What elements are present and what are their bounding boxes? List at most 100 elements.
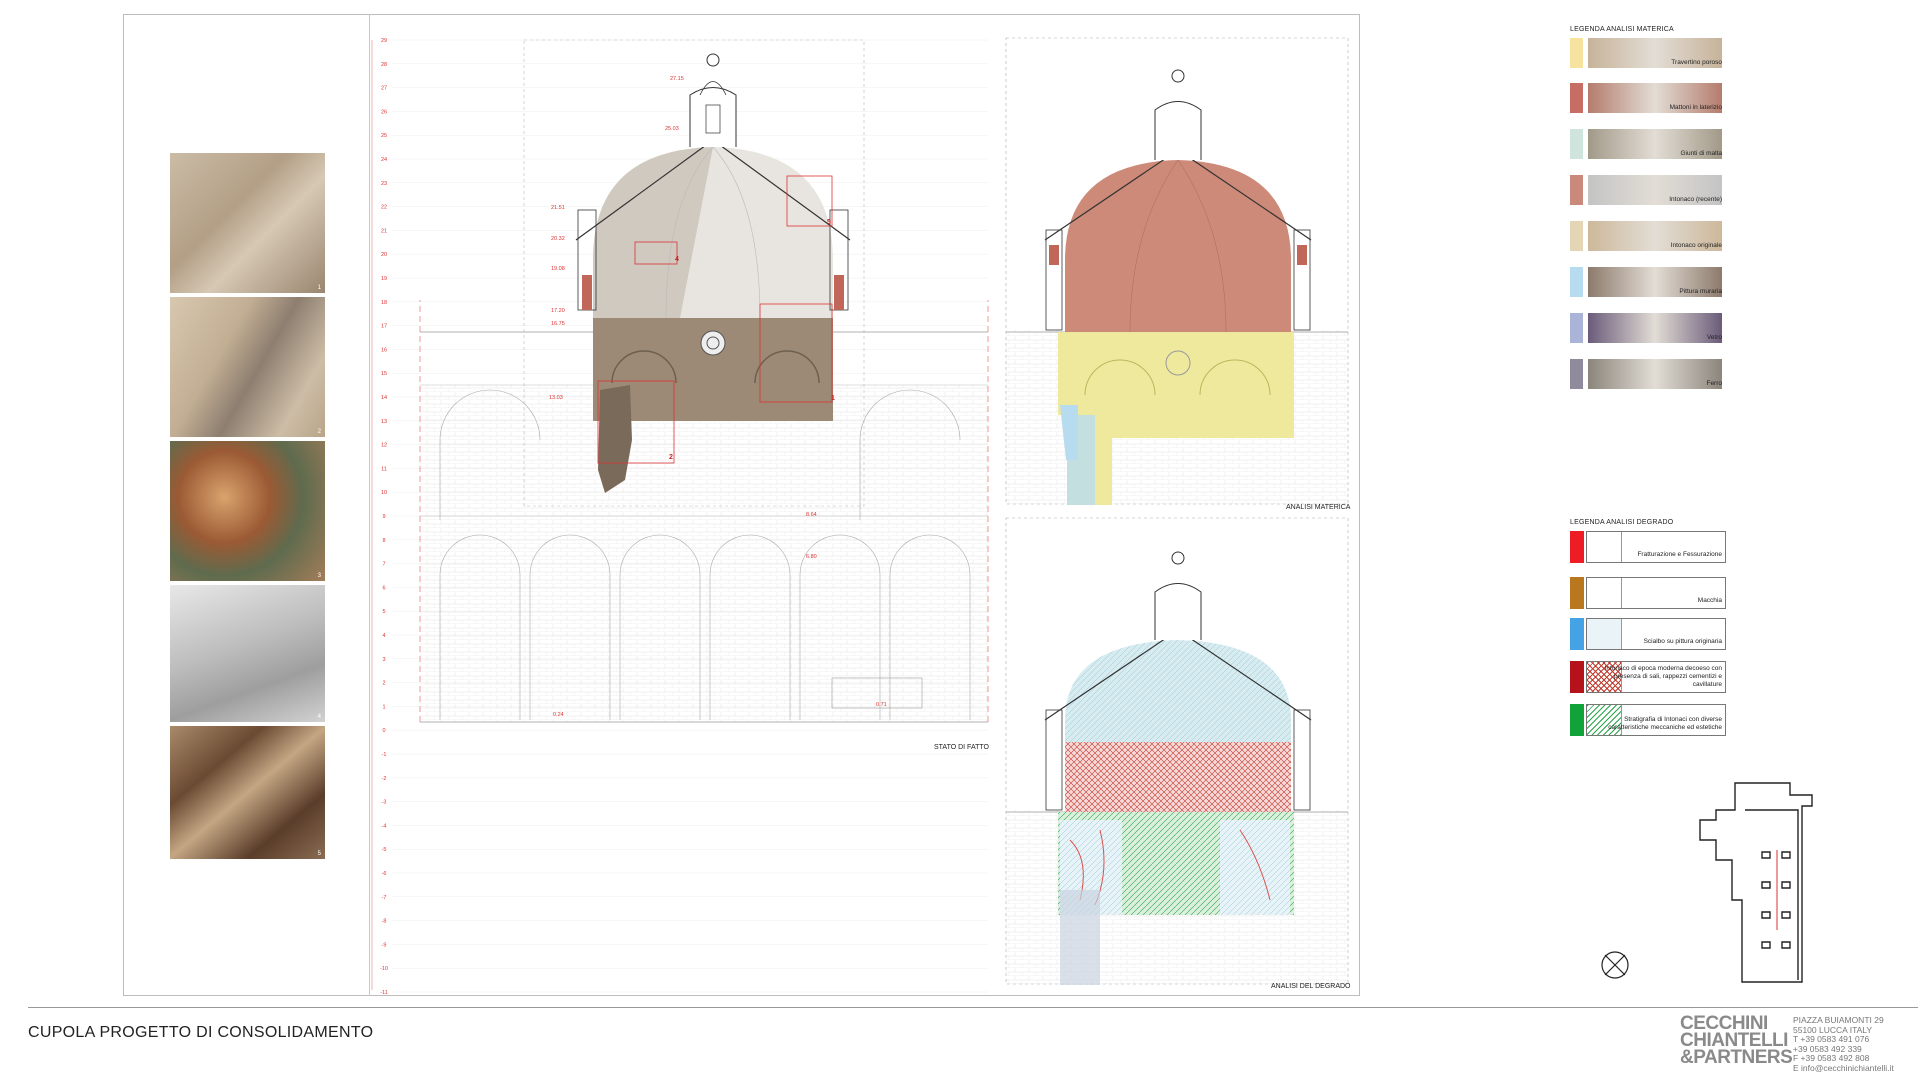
legend-degrado-title: LEGENDA ANALISI DEGRADO	[1570, 519, 1674, 526]
legend-materica-item: Vetro	[1570, 313, 1726, 343]
label-analisi-materica: ANALISI MATERICA	[1286, 504, 1351, 511]
scale-tick-label: 13	[381, 419, 387, 425]
company-address: PIAZZA BUIAMONTI 29 55100 LUCCA ITALY T …	[1793, 1015, 1894, 1073]
legend-swatch	[1570, 129, 1583, 159]
scale-tick-label: 11	[381, 466, 387, 472]
legend-label: Ferro	[1706, 380, 1722, 387]
scale-tick-label: 6	[382, 585, 385, 591]
material-texture	[1588, 359, 1722, 389]
scale-tick-label: -8	[382, 919, 387, 925]
scale-tick-label: 2	[382, 681, 385, 687]
scale-tick-label: 1	[382, 704, 385, 710]
legend-materica-item: Pittura muraria	[1570, 267, 1726, 297]
scale-tick-label: 16	[381, 347, 387, 353]
scale-tick-label: -2	[382, 776, 387, 782]
section-stato-di-fatto	[419, 39, 989, 723]
scale-tick-label: 24	[381, 157, 387, 163]
scale-tick-label: -7	[382, 895, 387, 901]
site-plan	[1699, 782, 1813, 983]
elevation-label: 8.64	[806, 512, 817, 518]
legend-label: Mattoni in laterizio	[1669, 104, 1722, 111]
scale-tick-label: 9	[382, 514, 385, 520]
legend-hatch	[1587, 619, 1622, 649]
legend-label: Fratturazione e Fessurazione	[1637, 551, 1722, 558]
material-texture	[1588, 313, 1722, 343]
legend-label: Giunti di malta	[1680, 150, 1722, 157]
scale-tick-label: -10	[380, 966, 388, 972]
scale-tick-label: 21	[381, 228, 387, 234]
scale-tick-label: 15	[381, 371, 387, 377]
legend-materica-title: LEGENDA ANALISI MATERICA	[1570, 26, 1674, 33]
legend-label: Pittura muraria	[1679, 288, 1722, 295]
legend-materica-item: Mattoni in laterizio	[1570, 83, 1726, 113]
scale-tick-label: 0	[382, 728, 385, 734]
legend-swatch	[1570, 175, 1583, 205]
scale-tick-label: 5	[382, 609, 385, 615]
legend-swatch	[1570, 267, 1583, 297]
scale-tick-label: 19	[381, 276, 387, 282]
legend-materica-item: Intonaco originale	[1570, 221, 1726, 251]
north-arrow-icon	[1601, 951, 1629, 979]
elevation-label: 6.80	[806, 554, 817, 560]
legend-degrado-item: Fratturazione e Fessurazione	[1570, 531, 1726, 563]
scale-tick-label: 10	[381, 490, 387, 496]
legend-materica-item: Giunti di malta	[1570, 129, 1726, 159]
legend-materica-item: Intonaco (recente)	[1570, 175, 1726, 205]
scale-tick-label: 3	[382, 657, 385, 663]
legend-label: Stratigrafia di Intonaci con diverse car…	[1608, 716, 1722, 731]
scale-tick-label: 26	[381, 109, 387, 115]
footer-rule	[28, 1007, 1918, 1008]
scale-tick-label: 12	[381, 443, 387, 449]
elevation-label: 0.24	[553, 712, 564, 718]
elevation-label: 13.03	[549, 395, 563, 401]
scale-tick-label: 8	[382, 538, 385, 544]
scale-tick-label: 4	[382, 633, 385, 639]
detail-marker: 2	[669, 454, 673, 461]
scale-tick-label: -1	[382, 752, 387, 758]
legend-swatch	[1570, 359, 1583, 389]
scale-tick-label: -6	[382, 871, 387, 877]
legend-degrado-item: Macchia	[1570, 577, 1726, 609]
legend-label: Intonaco di epoca moderna decoeso con pr…	[1604, 665, 1722, 688]
scale-tick-label: 7	[382, 562, 385, 568]
scale-tick-label: -5	[382, 847, 387, 853]
scale-tick-label: 23	[381, 181, 387, 187]
elevation-label: 25.03	[665, 126, 679, 132]
scale-tick-label: 20	[381, 252, 387, 258]
legend-box: Fratturazione e Fessurazione	[1586, 531, 1726, 563]
section-analisi-materica	[1005, 37, 1349, 505]
legend-degrado-item: Scialbo su pittura originaria	[1570, 618, 1726, 650]
legend-box: Scialbo su pittura originaria	[1586, 618, 1726, 650]
legend-materica-item: Travertino poroso	[1570, 38, 1726, 68]
scale-tick-label: 14	[381, 395, 387, 401]
legend-swatch	[1570, 704, 1584, 736]
elevation-label: 19.08	[551, 266, 565, 272]
legend-swatch	[1570, 618, 1584, 650]
legend-box: Macchia	[1586, 577, 1726, 609]
detail-marker: 1	[831, 395, 835, 402]
legend-label: Scialbo su pittura originaria	[1643, 638, 1722, 645]
legend-label: Macchia	[1697, 597, 1722, 604]
address-line: E info@cecchinichiantelli.it	[1793, 1062, 1894, 1073]
legend-swatch	[1570, 313, 1583, 343]
elevation-label: 20.32	[551, 236, 565, 242]
scale-tick-label: 22	[381, 205, 387, 211]
section-analisi-degrado	[1005, 517, 1349, 985]
logo-line: &PARTNERS	[1680, 1047, 1793, 1068]
legend-swatch	[1570, 661, 1584, 693]
page-title: CUPOLA PROGETTO DI CONSOLIDAMENTO	[28, 1024, 374, 1041]
legend-label: Intonaco (recente)	[1669, 196, 1722, 203]
legend-swatch	[1570, 531, 1584, 563]
label-analisi-degrado: ANALISI DEL DEGRADO	[1271, 983, 1351, 990]
scale-tick-label: -9	[382, 942, 387, 948]
legend-swatch	[1570, 83, 1583, 113]
scale-tick-label: -4	[382, 823, 387, 829]
scale-tick-label: 25	[381, 133, 387, 139]
elevation-label: 17.20	[551, 308, 565, 314]
elevation-label: 27.15	[670, 76, 684, 82]
detail-marker: 4	[675, 256, 679, 263]
scale-tick-label: -11	[380, 990, 388, 996]
legend-degrado-item: Intonaco di epoca moderna decoeso con pr…	[1570, 661, 1726, 693]
legend-degrado-item: Stratigrafia di Intonaci con diverse car…	[1570, 704, 1726, 736]
scale-tick-label: -3	[382, 800, 387, 806]
